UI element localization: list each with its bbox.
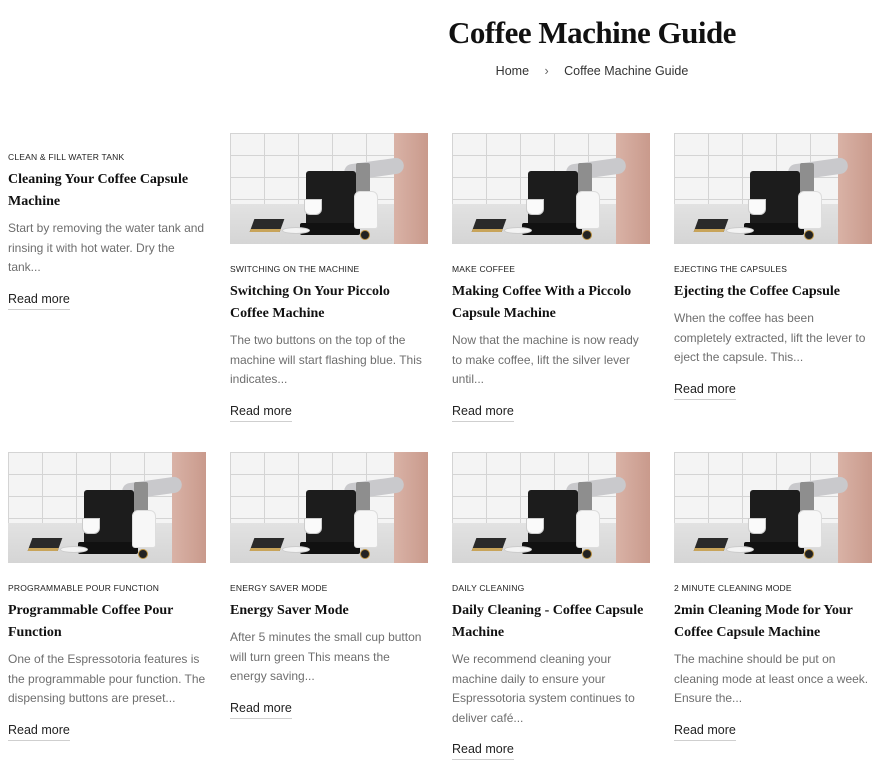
read-more-link[interactable]: Read more [230, 404, 292, 422]
article-card: MAKE COFFEE Making Coffee With a Piccolo… [452, 133, 650, 422]
breadcrumb: Home › Coffee Machine Guide [392, 64, 792, 78]
card-thumbnail[interactable] [8, 452, 206, 563]
article-card: PROGRAMMABLE POUR FUNCTION Programmable … [8, 452, 206, 741]
card-title-link[interactable]: Making Coffee With a Piccolo Capsule Mac… [452, 281, 650, 325]
card-excerpt: We recommend cleaning your machine daily… [452, 652, 635, 725]
breadcrumb-home-link[interactable]: Home [496, 64, 529, 78]
card-category: ENERGY SAVER MODE [230, 583, 328, 593]
card-title-link[interactable]: Switching On Your Piccolo Coffee Machine [230, 281, 428, 325]
article-card: DAILY CLEANING Daily Cleaning - Coffee C… [452, 452, 650, 760]
card-excerpt: Start by removing the water tank and rin… [8, 221, 205, 274]
card-excerpt: The two buttons on the top of the machin… [230, 333, 422, 386]
card-thumbnail[interactable] [674, 133, 872, 244]
read-more-link[interactable]: Read more [452, 742, 514, 760]
card-excerpt: Now that the machine is now ready to mak… [452, 333, 639, 386]
page-header: Coffee Machine Guide Home › Coffee Machi… [392, 14, 792, 78]
card-title-link[interactable]: Ejecting the Coffee Capsule [674, 281, 872, 303]
card-excerpt: After 5 minutes the small cup button wil… [230, 630, 422, 683]
read-more-link[interactable]: Read more [8, 292, 70, 310]
breadcrumb-separator: › [544, 64, 549, 78]
page-title: Coffee Machine Guide [448, 15, 736, 50]
card-thumbnail[interactable] [452, 452, 650, 563]
card-category: CLEAN & FILL WATER TANK [8, 152, 125, 162]
read-more-link[interactable]: Read more [8, 723, 70, 741]
card-excerpt: When the coffee has been completely extr… [674, 311, 866, 364]
card-category: SWITCHING ON THE MACHINE [230, 264, 360, 274]
card-category: PROGRAMMABLE POUR FUNCTION [8, 583, 160, 593]
card-category: EJECTING THE CAPSULES [674, 264, 788, 274]
card-thumbnail[interactable] [452, 133, 650, 244]
card-title-link[interactable]: Daily Cleaning - Coffee Capsule Machine [452, 600, 650, 644]
read-more-link[interactable]: Read more [230, 701, 292, 719]
card-title-link[interactable]: 2min Cleaning Mode for Your Coffee Capsu… [674, 600, 872, 644]
article-card: 2 MINUTE CLEANING MODE 2min Cleaning Mod… [674, 452, 872, 741]
card-title-link[interactable]: Energy Saver Mode [230, 600, 428, 622]
article-card: CLEAN & FILL WATER TANK Cleaning Your Co… [8, 151, 206, 310]
article-card: SWITCHING ON THE MACHINE Switching On Yo… [230, 133, 428, 422]
article-card: ENERGY SAVER MODE Energy Saver Mode Afte… [230, 452, 428, 719]
card-thumbnail[interactable] [230, 452, 428, 563]
card-category: MAKE COFFEE [452, 264, 516, 274]
card-category: DAILY CLEANING [452, 583, 525, 593]
read-more-link[interactable]: Read more [674, 723, 736, 741]
card-category: 2 MINUTE CLEANING MODE [674, 583, 792, 593]
card-title-link[interactable]: Programmable Coffee Pour Function [8, 600, 206, 644]
read-more-link[interactable]: Read more [452, 404, 514, 422]
read-more-link[interactable]: Read more [674, 382, 736, 400]
card-excerpt: The machine should be put on cleaning mo… [674, 652, 869, 705]
card-thumbnail[interactable] [674, 452, 872, 563]
card-excerpt: One of the Espressotoria features is the… [8, 652, 206, 705]
article-card: EJECTING THE CAPSULES Ejecting the Coffe… [674, 133, 872, 400]
breadcrumb-current: Coffee Machine Guide [564, 64, 689, 78]
card-thumbnail[interactable] [230, 133, 428, 244]
card-title-link[interactable]: Cleaning Your Coffee Capsule Machine [8, 169, 206, 213]
